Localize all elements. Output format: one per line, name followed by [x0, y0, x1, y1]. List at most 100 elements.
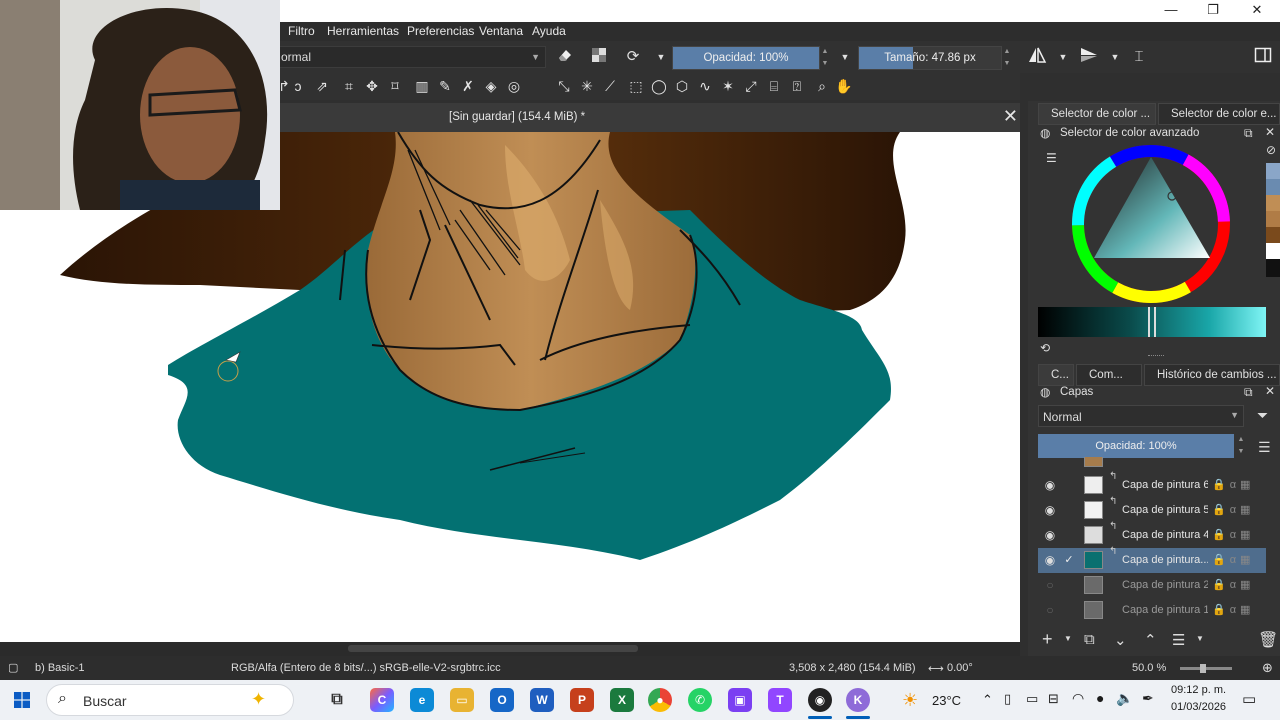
layer-row[interactable]: ◉ ↰ Capa de pintura 4 🔒α▦	[1038, 521, 1266, 548]
tab-c[interactable]: C...	[1038, 364, 1074, 386]
eraser-icon[interactable]	[554, 46, 576, 68]
color-picker-icon[interactable]: ✎	[435, 76, 455, 96]
layer-properties-icons[interactable]: 🔒α▦	[1212, 478, 1254, 491]
rect-select-icon[interactable]: ⬚	[626, 76, 646, 96]
refresh-icon[interactable]: ⟲	[1040, 341, 1050, 355]
assistant-icon[interactable]: ⌗	[339, 76, 359, 96]
tray-icon[interactable]: ⊟	[1048, 691, 1059, 707]
crop-icon[interactable]: ⌑	[385, 76, 405, 96]
clock-date[interactable]: 01/03/2026	[1171, 701, 1226, 713]
tab-com[interactable]: Com...	[1076, 364, 1142, 386]
scrollbar-thumb[interactable]	[348, 645, 638, 652]
bezier-select-icon[interactable]: ⌸	[764, 76, 784, 96]
filter-icon[interactable]: ⏷	[1257, 407, 1268, 424]
copilot-sparkle-icon[interactable]: ✦	[251, 689, 266, 710]
enclose-fill-icon[interactable]: ◎	[504, 76, 524, 96]
no-color-icon[interactable]: ⊘	[1266, 143, 1276, 157]
layer-row[interactable]: ○ Capa de pintura 2 🔒α▦	[1038, 573, 1266, 598]
tray-icon[interactable]: ▭	[1026, 691, 1038, 707]
dynamic-brush-icon[interactable]: ⇗	[312, 76, 332, 96]
layer-row-partial[interactable]	[1038, 457, 1266, 469]
tray-icon[interactable]: ▯	[1004, 691, 1011, 707]
layer-row[interactable]: ◉ ↰ Capa de pintura 6 🔒α▦	[1038, 471, 1266, 498]
layer-check[interactable]	[1062, 478, 1076, 492]
close-icon[interactable]: ✕	[1265, 384, 1275, 398]
trash-icon[interactable]: 🗑	[1258, 630, 1278, 650]
clock-time[interactable]: 09:12 p. m.	[1171, 684, 1226, 696]
copilot-icon[interactable]: C	[370, 688, 394, 712]
taskbar-search[interactable]: ⌕ Buscar ✦	[46, 684, 294, 716]
volume-icon[interactable]: 🔈	[1116, 690, 1133, 707]
color-swatches[interactable]	[1266, 163, 1280, 277]
layer-check[interactable]	[1062, 578, 1076, 592]
layer-properties-icons[interactable]: 🔒α▦	[1212, 503, 1254, 516]
float-icon[interactable]: ⧉	[1244, 385, 1253, 400]
move-down-icon[interactable]: ⌄	[1114, 631, 1127, 649]
gradient-icon[interactable]: ▥	[412, 76, 432, 96]
move-icon[interactable]: ✥	[362, 76, 382, 96]
workspace-icon[interactable]	[1252, 46, 1274, 68]
add-layer-icon[interactable]: +	[1042, 629, 1053, 650]
brush-preset-icon[interactable]: ▢	[8, 661, 18, 674]
layer-row-selected[interactable]: ◉ ✓ ↰ Capa de pintura... 🔒α▦	[1038, 546, 1266, 573]
size-slider[interactable]: Tamaño: 47.86 px	[858, 46, 1002, 70]
layer-row[interactable]: ○ Capa de pintura 1 🔒α▦	[1038, 598, 1266, 623]
minimize-button[interactable]: —	[1150, 0, 1192, 22]
layer-row[interactable]: ◉ ↰ Capa de pintura 5 🔒α▦	[1038, 496, 1266, 523]
horizontal-scrollbar[interactable]	[0, 642, 1020, 656]
menu-ayuda[interactable]: Ayuda	[532, 24, 566, 38]
measure-icon[interactable]: ⟋	[600, 76, 620, 96]
rotate-icon[interactable]: ⟷	[928, 662, 944, 675]
mirror-vertical-icon[interactable]	[1078, 46, 1100, 68]
twitch-icon[interactable]: T	[768, 688, 792, 712]
layer-properties-icons[interactable]: 🔒α▦	[1212, 528, 1254, 541]
eye-icon[interactable]: ◉	[1043, 503, 1057, 517]
magic-wand-icon[interactable]: ✶	[718, 76, 738, 96]
microphone-icon[interactable]: ●	[1096, 690, 1104, 706]
menu-icon[interactable]: ☰	[1258, 439, 1271, 456]
excel-icon[interactable]: X	[610, 688, 634, 712]
restore-button[interactable]: ❐	[1192, 0, 1234, 22]
menu-herramientas[interactable]: Herramientas	[327, 24, 399, 38]
layer-properties-icons[interactable]: 🔒α▦	[1212, 603, 1254, 616]
close-document-icon[interactable]: ✕	[1003, 106, 1018, 127]
layer-check[interactable]: ✓	[1062, 553, 1076, 567]
tab-history[interactable]: Histórico de cambios ...	[1144, 364, 1280, 386]
wifi-icon[interactable]: ◠	[1072, 690, 1084, 707]
pan-icon[interactable]: ✋	[834, 76, 854, 96]
size-spinner[interactable]: ▲ ▼	[1002, 46, 1012, 70]
menu-ventana[interactable]: Ventana	[479, 24, 523, 38]
layers-blend-select[interactable]: Normal ▼	[1038, 405, 1244, 427]
layers-opacity-slider[interactable]: Opacidad: 100%	[1038, 434, 1234, 458]
eye-closed-icon[interactable]: ○	[1043, 603, 1057, 617]
outlook-icon[interactable]: O	[490, 688, 514, 712]
float-icon[interactable]: ⧉	[1244, 126, 1253, 141]
whatsapp-icon[interactable]: ✆	[688, 688, 712, 712]
eye-closed-icon[interactable]: ○	[1043, 578, 1057, 592]
weather-icon[interactable]: ☀	[902, 690, 918, 711]
obs-icon[interactable]: ◉	[808, 688, 832, 712]
file-explorer-icon[interactable]: ▭	[450, 688, 474, 712]
color-wheel[interactable]	[1070, 143, 1232, 305]
fill-icon[interactable]: ◈	[481, 76, 501, 96]
menu-list-icon[interactable]: ☰	[1046, 151, 1057, 165]
chevron-down-icon[interactable]: ▼	[834, 46, 856, 68]
zoom-slider[interactable]	[1180, 664, 1232, 673]
store-icon[interactable]: ▣	[728, 688, 752, 712]
transform-icon[interactable]: ⤡	[554, 76, 574, 96]
chevron-down-icon[interactable]: ▼	[650, 46, 672, 68]
menu-filtro[interactable]: Filtro	[288, 24, 315, 38]
tab-color-selector[interactable]: Selector de color ...	[1038, 103, 1156, 125]
freehand-path-icon[interactable]: ↄ	[288, 76, 308, 96]
zoom-icon[interactable]: ⌕	[812, 76, 832, 96]
layer-check[interactable]	[1062, 503, 1076, 517]
close-icon[interactable]: ✕	[1265, 125, 1275, 139]
ellipse-select-icon[interactable]: ◯	[649, 76, 669, 96]
eye-icon[interactable]: ◉	[1043, 528, 1057, 542]
polygon-select-icon[interactable]: ⬡	[672, 76, 692, 96]
chevron-down-icon[interactable]: ▼	[1064, 634, 1072, 643]
layer-properties-icons[interactable]: 🔒α▦	[1212, 578, 1254, 591]
eye-icon[interactable]: ◉	[1043, 553, 1057, 567]
document-tab[interactable]: [Sin guardar] (154.4 MiB) * ✕	[278, 103, 1020, 132]
freehand-select-icon[interactable]: ∿	[695, 76, 715, 96]
